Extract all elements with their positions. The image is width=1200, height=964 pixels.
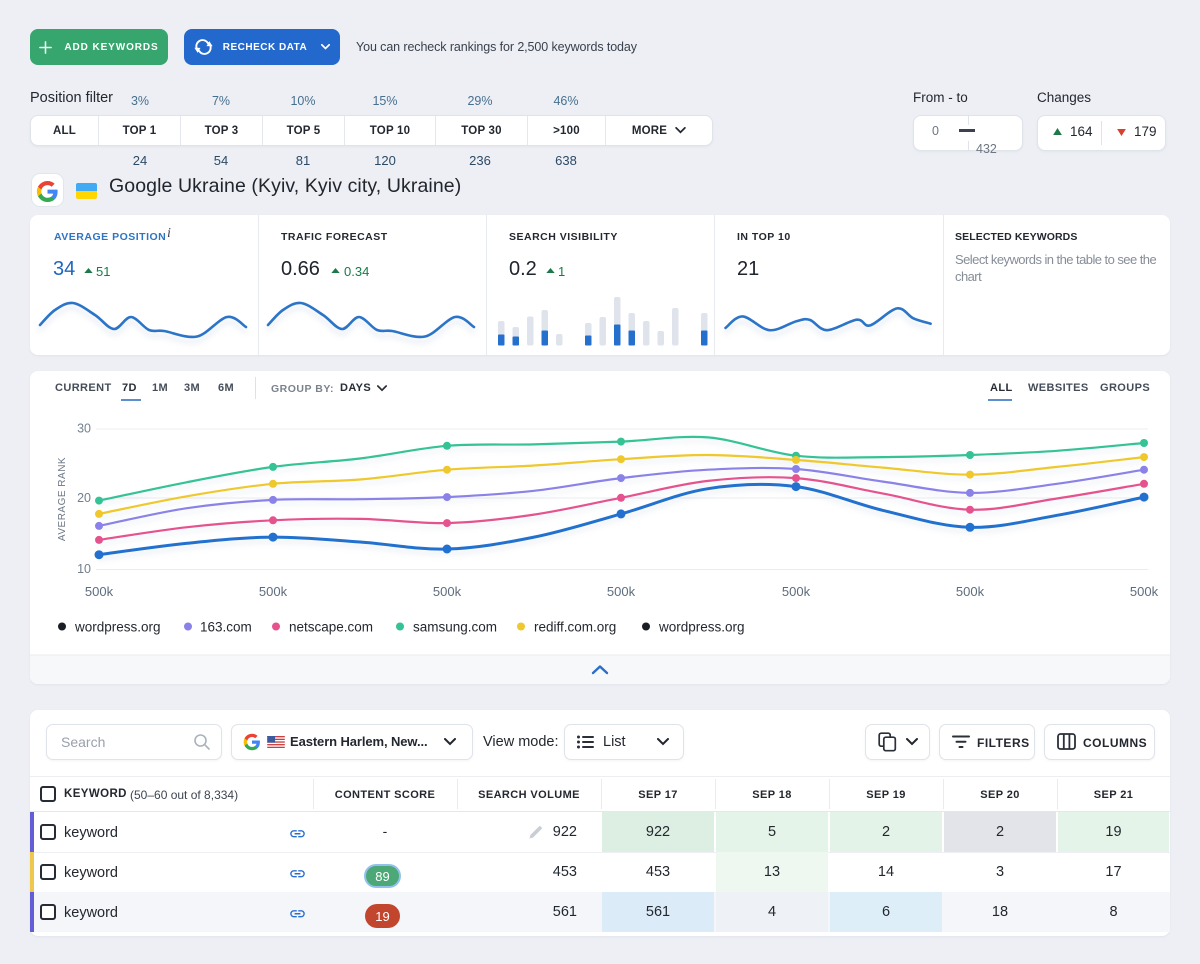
svg-text:wordpress.org: wordpress.org <box>658 620 745 635</box>
svg-text:500k: 500k <box>956 584 985 599</box>
svg-text:rediff.com.org: rediff.com.org <box>534 620 616 635</box>
svg-text:500k: 500k <box>85 584 114 599</box>
svg-text:AVERAGE RANK: AVERAGE RANK <box>57 457 68 541</box>
svg-text:500k: 500k <box>782 584 811 599</box>
svg-text:500k: 500k <box>1130 584 1159 599</box>
svg-text:netscape.com: netscape.com <box>289 620 373 635</box>
svg-text:500k: 500k <box>607 584 636 599</box>
svg-text:samsung.com: samsung.com <box>413 620 497 635</box>
svg-text:20: 20 <box>77 491 91 505</box>
svg-text:wordpress.org: wordpress.org <box>74 620 161 635</box>
svg-text:500k: 500k <box>433 584 462 599</box>
svg-text:30: 30 <box>77 422 91 436</box>
svg-text:500k: 500k <box>259 584 288 599</box>
svg-text:10: 10 <box>77 562 91 576</box>
svg-text:163.com: 163.com <box>200 620 252 635</box>
